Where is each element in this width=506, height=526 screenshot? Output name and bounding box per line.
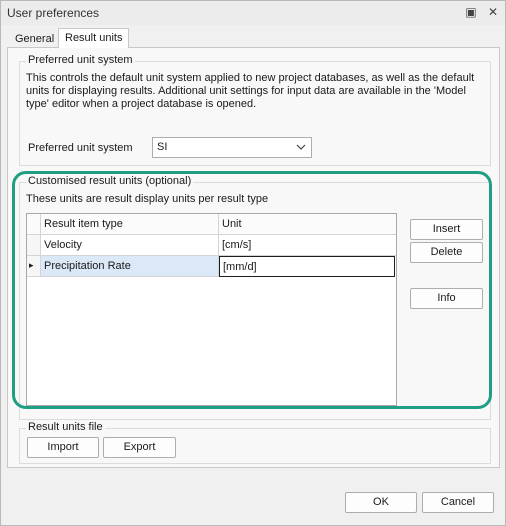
result-units-grid: Result item type Unit Velocity [cm/s] ▸ …: [26, 213, 397, 406]
cell-unit-editor[interactable]: [mm/d]: [219, 256, 395, 277]
current-row-indicator-icon[interactable]: ▸: [27, 256, 41, 277]
tab-general[interactable]: General: [8, 30, 61, 48]
customised-result-units-group: Customised result units (optional) These…: [19, 175, 491, 420]
import-button[interactable]: Import: [27, 437, 99, 458]
preferred-unit-system-group: Preferred unit system This controls the …: [19, 54, 491, 166]
result-units-page: Preferred unit system This controls the …: [7, 47, 500, 468]
tab-strip: General Result units: [8, 28, 498, 48]
tab-result-units[interactable]: Result units: [58, 28, 130, 48]
pin-icon[interactable]: ▣: [463, 4, 479, 20]
user-preferences-dialog: User preferences ▣ ✕ General Result unit…: [0, 0, 506, 526]
row-selector[interactable]: [27, 235, 41, 256]
table-row[interactable]: Velocity [cm/s]: [27, 235, 396, 256]
ok-button[interactable]: OK: [345, 492, 417, 513]
chevron-down-icon: [296, 144, 306, 150]
custom-description: These units are result display units per…: [26, 193, 269, 205]
column-header-unit[interactable]: Unit: [219, 214, 396, 235]
delete-button[interactable]: Delete: [410, 242, 483, 263]
result-file-group-title: Result units file: [26, 421, 105, 433]
cell-result-item-type[interactable]: Velocity: [41, 235, 219, 256]
window-title: User preferences: [7, 6, 100, 20]
preferred-unit-system-label: Preferred unit system: [28, 142, 133, 154]
cancel-button[interactable]: Cancel: [422, 492, 494, 513]
export-button[interactable]: Export: [103, 437, 176, 458]
preferred-group-title: Preferred unit system: [26, 54, 135, 66]
preferred-description: This controls the default unit system ap…: [26, 72, 475, 110]
column-header-result-item-type[interactable]: Result item type: [41, 214, 219, 235]
insert-button[interactable]: Insert: [410, 219, 483, 240]
cell-result-item-type[interactable]: Precipitation Rate: [41, 256, 219, 277]
preferred-unit-system-value: SI: [157, 141, 168, 153]
info-button[interactable]: Info: [410, 288, 483, 309]
cell-unit[interactable]: [cm/s]: [219, 235, 396, 256]
grid-header-row: Result item type Unit: [27, 214, 396, 235]
close-icon[interactable]: ✕: [485, 4, 501, 20]
grid-corner-cell: [27, 214, 41, 235]
preferred-unit-system-select[interactable]: SI: [152, 137, 312, 158]
title-bar: User preferences ▣ ✕: [1, 1, 505, 25]
table-row[interactable]: ▸ Precipitation Rate [mm/d]: [27, 256, 396, 277]
custom-group-title: Customised result units (optional): [26, 175, 194, 187]
result-units-file-group: Result units file Import Export: [19, 421, 491, 464]
